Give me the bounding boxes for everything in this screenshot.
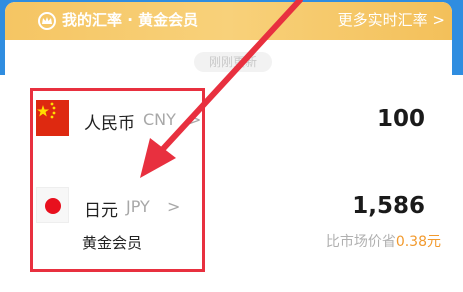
annotation-arrow-icon	[140, 0, 303, 178]
